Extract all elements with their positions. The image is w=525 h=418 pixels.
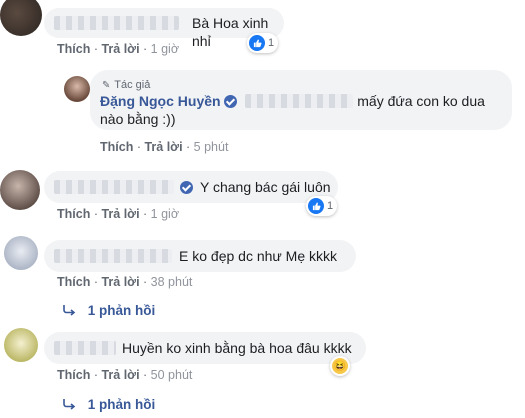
replies-count[interactable]: 1 phản hồi: [88, 303, 156, 318]
blurred-commenter-name: [54, 249, 172, 263]
timestamp[interactable]: 50 phút: [151, 368, 193, 382]
reaction-count[interactable]: 😆: [330, 356, 350, 376]
comment-text: Huyền ko xinh bằng bà hoa đâu kkkk: [122, 340, 352, 356]
timestamp[interactable]: 1 giờ: [151, 207, 179, 221]
reply-link[interactable]: Trả lời: [101, 368, 139, 382]
avatar[interactable]: [0, 0, 42, 36]
reply-link[interactable]: Trả lời: [101, 275, 139, 289]
comment-text: E ko đẹp dc như Mẹ kkkk: [179, 248, 337, 264]
like-link[interactable]: Thích: [57, 275, 90, 289]
author-comment-bubble: ✎ Tác giả Đặng Ngọc Huyền mấy đứa con ko…: [90, 70, 512, 130]
blurred-tag: [245, 94, 354, 108]
comment-actions: Thích · Trả lời · 5 phút: [100, 140, 229, 154]
avatar[interactable]: [4, 328, 38, 362]
verified-badge-icon: [180, 181, 193, 194]
laughing-face-icon: 😆: [332, 358, 348, 374]
like-link[interactable]: Thích: [57, 207, 90, 221]
author-name[interactable]: Đặng Ngọc Huyền: [100, 93, 221, 109]
like-link[interactable]: Thích: [57, 42, 90, 56]
comment-bubble: Bà Hoa xinh nhỉ: [44, 8, 284, 49]
pencil-icon: ✎: [102, 80, 111, 91]
reply-arrow-icon: [63, 305, 76, 316]
reaction-number: 1: [268, 37, 275, 49]
author-avatar[interactable]: [64, 76, 90, 102]
reaction-count[interactable]: 1: [306, 196, 338, 216]
comment-bubble: Y chang bác gái luôn: [44, 171, 338, 203]
comment-bubble: E ko đẹp dc như Mẹ kkkk: [44, 240, 356, 272]
reply-link[interactable]: Trả lời: [101, 207, 139, 221]
blurred-commenter-name: [54, 341, 116, 355]
avatar[interactable]: [4, 236, 38, 270]
like-link[interactable]: Thích: [100, 140, 133, 154]
comment-actions: Thích · Trả lời · 1 giờ: [57, 42, 180, 56]
replies-count[interactable]: 1 phản hồi: [88, 397, 156, 412]
verified-badge-icon: [224, 95, 238, 108]
view-replies-link[interactable]: 1 phản hồi: [62, 397, 155, 412]
comment-actions: Thích · Trả lời · 38 phút: [57, 275, 193, 289]
blurred-commenter-name: [54, 180, 174, 194]
blurred-commenter-name: [54, 16, 179, 30]
reply-arrow-icon: [63, 399, 76, 410]
comment-text: Y chang bác gái luôn: [200, 179, 331, 195]
reply-link[interactable]: Trả lời: [144, 140, 182, 154]
comment-text: mấy đứa con ko dua: [357, 93, 485, 109]
comment-actions: Thích · Trả lời · 50 phút: [57, 368, 193, 382]
thumbs-up-icon: [308, 198, 324, 214]
thumbs-up-icon: [249, 35, 265, 51]
comment-bubble: Huyền ko xinh bằng bà hoa đâu kkkk: [44, 332, 366, 364]
comment-actions: Thích · Trả lời · 1 giờ: [57, 207, 180, 221]
timestamp[interactable]: 1 giờ: [151, 42, 179, 56]
reaction-count[interactable]: 1: [247, 33, 279, 53]
reply-link[interactable]: Trả lời: [101, 42, 139, 56]
timestamp[interactable]: 5 phút: [194, 140, 229, 154]
comment-text-line2: nào bằng :)): [100, 111, 176, 127]
view-replies-link[interactable]: 1 phản hồi: [62, 303, 155, 318]
author-tag: Tác giả: [114, 79, 151, 91]
avatar[interactable]: [0, 170, 40, 210]
timestamp[interactable]: 38 phút: [151, 275, 193, 289]
reaction-number: 1: [327, 200, 334, 212]
like-link[interactable]: Thích: [57, 368, 90, 382]
